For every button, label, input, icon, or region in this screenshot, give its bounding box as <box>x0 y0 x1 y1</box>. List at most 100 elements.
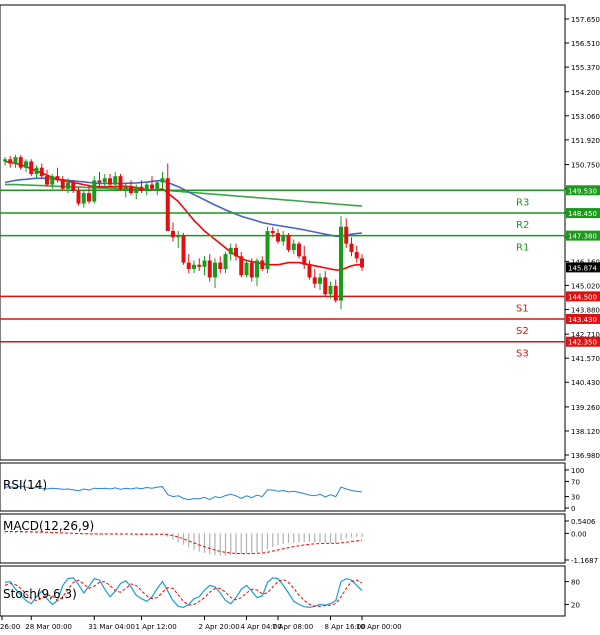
candle-body <box>307 264 312 278</box>
candle-body <box>333 285 338 301</box>
main-frame <box>0 4 566 461</box>
candle-body <box>123 186 128 189</box>
level-price-tag: 147.380 <box>568 233 597 241</box>
candle-body <box>60 180 65 189</box>
macd-tick-label: 0.5406 <box>571 518 596 526</box>
candle-body <box>81 193 86 204</box>
candle-body <box>197 264 202 267</box>
level-price-tag: 142.350 <box>568 339 597 347</box>
x-axis: 26:00 28 Mar 00:00 31 Mar 04:00 1 Apr 12:00… <box>0 616 402 631</box>
macd-panel: 0.5406 0.00 -1.1687 MACD(12,26,9) <box>0 513 598 565</box>
candle-body <box>171 230 175 238</box>
candle-body <box>213 262 217 278</box>
stoch-panel: 80 20 Stoch(9,6,3) <box>0 565 580 617</box>
rsi-tick-label: 30 <box>571 494 580 502</box>
candle-body <box>312 277 317 284</box>
candle-body <box>234 247 238 257</box>
time-tick-label: 26:00 <box>0 623 20 631</box>
rsi-panel: 100 70 30 0 RSI(14) <box>0 462 584 513</box>
candle-body <box>181 235 186 263</box>
level-price-tag: 143.430 <box>568 316 597 324</box>
level-name-s2: S2 <box>516 326 529 337</box>
candle-body <box>34 167 39 175</box>
current-price-tag: 145.874 <box>568 264 597 272</box>
time-tick-label: 10 Apr 00:00 <box>356 623 402 631</box>
level-price-tag: 144.500 <box>568 293 597 301</box>
candle-body <box>113 176 118 185</box>
candle-body <box>55 176 60 181</box>
candle-body <box>8 159 13 164</box>
price-tick-label: 151.920 <box>571 137 600 145</box>
candle-body <box>176 235 181 238</box>
price-tick-label: 155.370 <box>571 64 600 72</box>
candle-body <box>134 186 139 194</box>
candle-body <box>71 182 76 191</box>
candle-body <box>207 260 212 278</box>
candle-body <box>255 260 259 278</box>
candle-body <box>286 235 291 250</box>
candle-body <box>76 190 81 204</box>
level-name-r1: R1 <box>516 243 529 254</box>
candle-body <box>260 260 265 269</box>
level-price-tag: 149.530 <box>568 187 597 195</box>
level-price-tag: 148.450 <box>568 210 597 218</box>
price-tick-label: 141.570 <box>571 355 600 363</box>
candle-body <box>265 230 270 269</box>
rsi-tick-label: 70 <box>571 478 580 486</box>
candle-body <box>344 226 349 244</box>
candle-body <box>270 230 275 234</box>
candle-body <box>50 176 55 185</box>
stoch-tick-label: 20 <box>571 601 580 609</box>
candle-body <box>244 262 249 276</box>
level-name-r2: R2 <box>516 220 529 231</box>
macd-tick-label: 0.00 <box>571 530 587 538</box>
price-tick-label: 157.650 <box>571 16 600 24</box>
candle-body <box>339 226 343 301</box>
candle-body <box>349 243 354 253</box>
price-tick-label: 145.020 <box>571 282 600 290</box>
price-tick-label: 150.750 <box>571 162 600 170</box>
time-tick-label: 28 Mar 00:00 <box>25 623 72 631</box>
candle-body <box>24 161 28 168</box>
candle-body <box>281 235 286 242</box>
candle-body <box>239 256 244 276</box>
candle-body <box>202 260 207 267</box>
candle-body <box>66 182 70 189</box>
candle-body <box>323 277 328 295</box>
candle-body <box>165 178 170 231</box>
candle-body <box>97 180 102 183</box>
level-name-s1: S1 <box>516 303 529 314</box>
price-tick-label: 136.980 <box>571 452 600 460</box>
time-tick-label: 31 Mar 04:00 <box>88 623 135 631</box>
price-tick-label: 140.430 <box>571 379 600 387</box>
candle-body <box>276 233 280 242</box>
price-tick-label: 139.260 <box>571 404 600 412</box>
candle-body <box>45 176 49 185</box>
candle-body <box>18 157 23 168</box>
stoch-tick-label: 80 <box>571 579 580 587</box>
price-tick-label: 153.060 <box>571 113 600 121</box>
time-tick-label: 7 Apr 08:00 <box>272 623 313 631</box>
chart-canvas: 157.650 156.510 155.370 154.200 153.060 151.9… <box>0 4 600 631</box>
candle-body <box>318 277 322 284</box>
candle-body <box>92 180 97 202</box>
candle-body <box>302 256 307 265</box>
candle-body <box>29 161 34 175</box>
candle-body <box>129 186 133 194</box>
candle-body <box>160 178 165 183</box>
macd-title: MACD(12,26,9) <box>3 519 94 533</box>
candle-body <box>192 264 196 269</box>
candle-body <box>360 258 364 268</box>
candle-body <box>291 243 296 250</box>
time-tick-label: 2 Apr 20:00 <box>199 623 240 631</box>
main-price-panel: 157.650 156.510 155.370 154.200 153.060 151.9… <box>0 4 600 461</box>
candle-body <box>108 178 112 185</box>
candle-body <box>223 254 228 269</box>
price-tick-label: 143.880 <box>571 306 600 314</box>
price-tick-label: 154.200 <box>571 89 600 97</box>
rsi-tick-label: 0 <box>571 505 575 513</box>
rsi-tick-label: 100 <box>571 467 584 475</box>
candle-body <box>118 176 123 189</box>
candle-body <box>13 157 18 164</box>
price-tick-label: 156.510 <box>571 40 600 48</box>
